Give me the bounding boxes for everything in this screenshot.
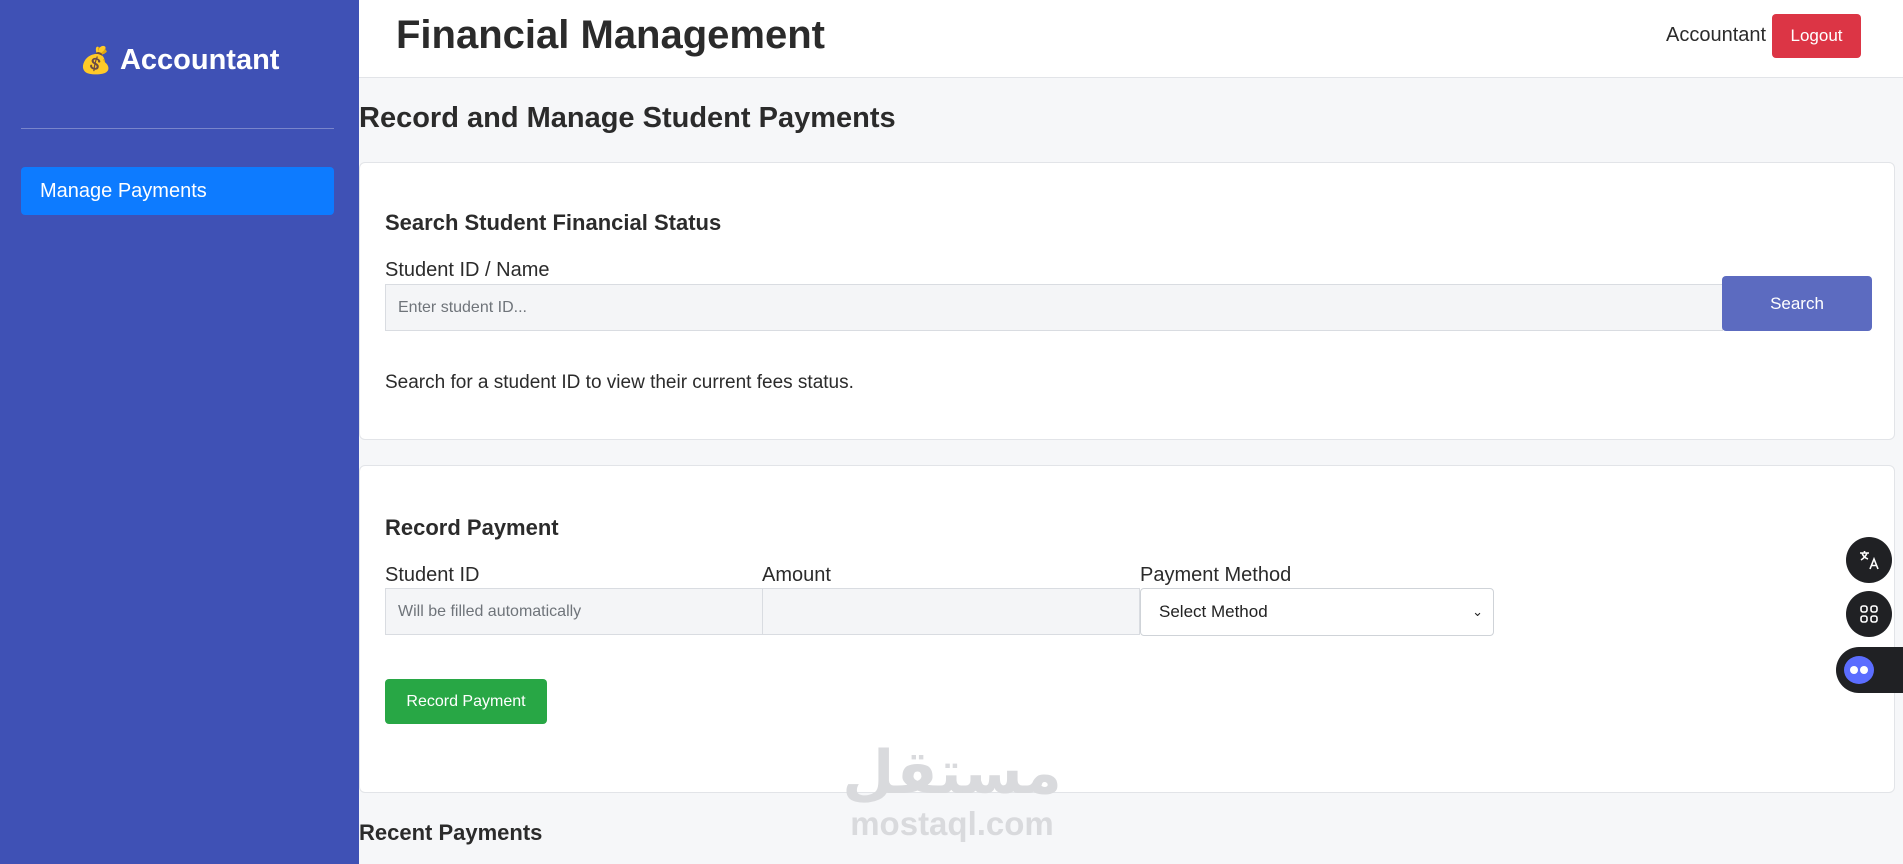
apps-icon[interactable] (1846, 591, 1892, 637)
top-bar: Financial Management Accountant Logout (359, 0, 1903, 78)
payment-method-select[interactable]: Select Method ⌄ (1140, 588, 1494, 636)
assistant-bot-button[interactable] (1836, 647, 1903, 693)
record-payment-card: Record Payment Student ID Will be filled… (359, 465, 1895, 793)
sidebar-brand: 💰 Accountant (0, 44, 359, 77)
student-search-label: Student ID / Name (385, 259, 550, 281)
money-bag-icon: 💰 (79, 45, 112, 75)
student-id-label: Student ID (385, 564, 480, 586)
student-id-field[interactable]: Will be filled automatically (385, 588, 763, 635)
translate-icon[interactable] (1846, 537, 1892, 583)
search-card: Search Student Financial Status Student … (359, 162, 1895, 440)
search-hint: Search for a student ID to view their cu… (385, 372, 854, 393)
sidebar-item-manage-payments[interactable]: Manage Payments (21, 167, 334, 215)
payment-method-label: Payment Method (1140, 564, 1292, 586)
chevron-down-icon: ⌄ (1472, 604, 1483, 619)
watermark-arabic: مستقل (842, 738, 1062, 808)
amount-field[interactable] (762, 588, 1140, 635)
amount-label: Amount (762, 564, 831, 586)
watermark-logo: مستقل mostaql.com (838, 740, 1066, 842)
search-button[interactable]: Search (1722, 276, 1872, 331)
search-card-title: Search Student Financial Status (385, 210, 722, 235)
payment-method-value: Select Method (1159, 602, 1268, 621)
record-card-title: Record Payment (385, 515, 559, 540)
record-payment-button[interactable]: Record Payment (385, 679, 547, 724)
translate-glyph (1860, 551, 1879, 570)
sidebar: 💰 Accountant Manage Payments (0, 0, 359, 864)
user-role: Accountant (1666, 24, 1767, 46)
page-title: Record and Manage Student Payments (359, 102, 896, 134)
sidebar-divider (21, 128, 334, 129)
brand-label: Accountant (119, 44, 280, 76)
apps-glyph (1860, 605, 1878, 623)
assistant-bot-icon (1844, 656, 1874, 684)
logout-button[interactable]: Logout (1772, 14, 1861, 58)
student-search-input[interactable]: Enter student ID... (385, 284, 1723, 331)
watermark-latin: mostaql.com (850, 805, 1054, 842)
app-title: Financial Management (396, 13, 825, 57)
recent-payments-title: Recent Payments (359, 820, 543, 845)
